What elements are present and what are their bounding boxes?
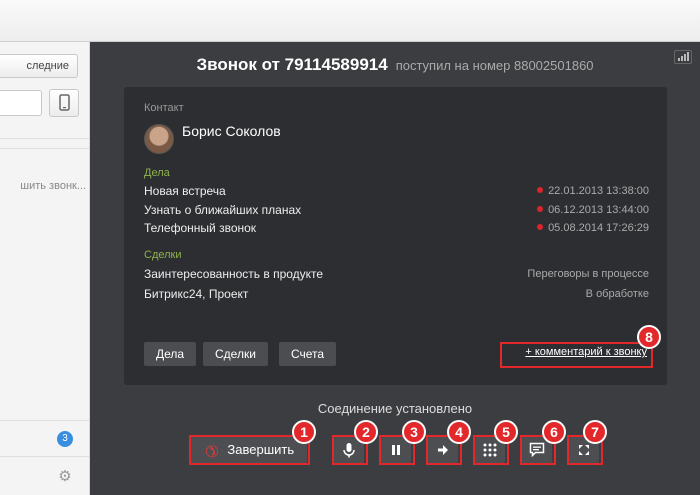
gear-icon[interactable]: ⚙ (57, 469, 73, 485)
caller-number: Звонок от 79114589914 (196, 55, 388, 74)
called-number: поступил на номер 88002501860 (395, 58, 594, 73)
divider (0, 420, 89, 421)
call-window: Звонок от 79114589914 поступил на номер 8… (90, 42, 700, 495)
list-item[interactable]: Заинтересованность в продукте Переговоры … (144, 267, 649, 281)
phone-icon (59, 94, 70, 111)
annotation-badge: 4 (447, 420, 471, 444)
avatar[interactable] (144, 124, 174, 154)
annotation-frame-1 (189, 435, 310, 465)
annotation-badge: 6 (542, 420, 566, 444)
call-title: Звонок от 79114589914 поступил на номер 8… (90, 55, 700, 75)
recent-button[interactable]: следние (0, 54, 78, 78)
tab-invoices[interactable]: Счета (279, 342, 337, 366)
contact-label: Контакт (144, 102, 184, 114)
list-item[interactable]: Телефонный звонок 05.08.2014 17:26:29 (144, 221, 649, 235)
annotation-badge: 5 (494, 420, 518, 444)
deals-label: Дела (144, 167, 170, 179)
annotation-badge: 8 (637, 325, 661, 349)
window-top-bar (0, 0, 700, 42)
divider (0, 148, 89, 149)
annotation-frame-8 (500, 342, 653, 368)
annotation-badge: 7 (583, 420, 607, 444)
divider (0, 456, 89, 457)
list-item[interactable]: Новая встреча 22.01.2013 13:38:00 (144, 184, 649, 198)
annotation-badge: 3 (402, 420, 426, 444)
sales-label: Сделки (144, 249, 182, 261)
annotation-badge: 1 (292, 420, 316, 444)
notification-badge[interactable]: 3 (57, 431, 73, 447)
phone-button[interactable] (49, 89, 79, 117)
tab-deals[interactable]: Дела (144, 342, 197, 366)
crm-card: Контакт Борис Соколов Дела Новая встреча… (124, 87, 667, 385)
tab-sales[interactable]: Сделки (203, 342, 268, 366)
contact-name[interactable]: Борис Соколов (182, 123, 281, 139)
search-input[interactable] (0, 90, 42, 116)
annotation-badge: 2 (354, 420, 378, 444)
list-item[interactable]: Узнать о ближайших планах 06.12.2013 13:4… (144, 203, 649, 217)
connection-status: Соединение установлено (317, 401, 473, 416)
left-panel: следние шить звонк... 3 ⚙ (0, 42, 90, 495)
call-list-item[interactable]: шить звонк... (0, 180, 86, 192)
list-item[interactable]: Битрикс24, Проект В обработке (144, 287, 649, 301)
divider (0, 138, 89, 139)
